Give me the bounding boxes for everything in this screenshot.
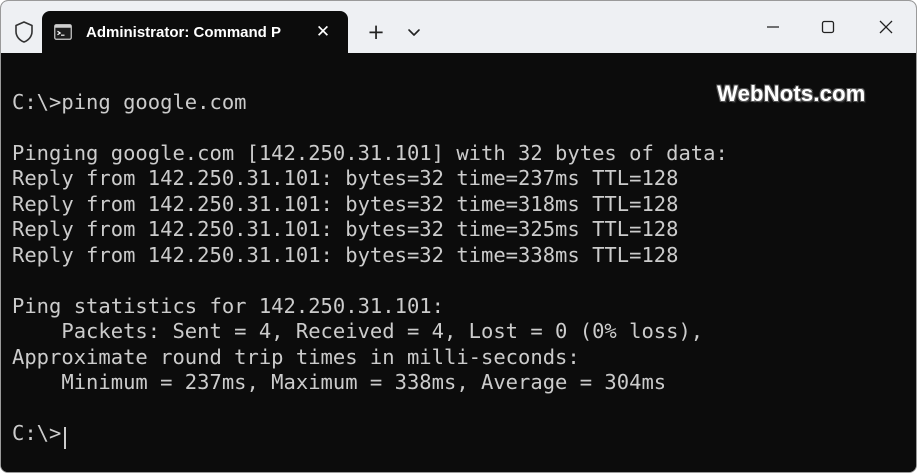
terminal-line: Pinging google.com [142.250.31.101] with…	[12, 141, 728, 165]
shield-icon	[13, 20, 35, 44]
watermark: WebNots.com	[717, 81, 866, 106]
title-bar[interactable]: Administrator: Command P ✕ +	[1, 1, 916, 54]
terminal-line: Reply from 142.250.31.101: bytes=32 time…	[12, 192, 679, 216]
text-cursor	[64, 427, 66, 449]
terminal-app-icon	[54, 24, 72, 40]
terminal-prompt: C:\>	[12, 421, 62, 445]
new-tab-button[interactable]: +	[363, 19, 389, 45]
close-window-button[interactable]	[871, 13, 901, 41]
terminal-line: Ping statistics for 142.250.31.101:	[12, 294, 444, 318]
maximize-button[interactable]	[813, 13, 843, 41]
tab-close-button[interactable]: ✕	[310, 19, 336, 45]
terminal-window: Administrator: Command P ✕ + C:\>ping go…	[0, 0, 917, 473]
terminal-line: Minimum = 237ms, Maximum = 338ms, Averag…	[12, 370, 667, 394]
minimize-button[interactable]	[758, 13, 788, 41]
terminal-line: Reply from 142.250.31.101: bytes=32 time…	[12, 217, 679, 241]
tab-command-prompt[interactable]: Administrator: Command P ✕	[42, 11, 348, 54]
terminal-line: Packets: Sent = 4, Received = 4, Lost = …	[12, 319, 704, 343]
terminal-output[interactable]: C:\>ping google.com Pinging google.com […	[1, 53, 916, 472]
terminal-line: Approximate round trip times in milli-se…	[12, 345, 580, 369]
terminal-line: Reply from 142.250.31.101: bytes=32 time…	[12, 243, 679, 267]
terminal-line: Reply from 142.250.31.101: bytes=32 time…	[12, 166, 679, 190]
terminal-line: C:\>ping google.com	[12, 90, 247, 114]
tab-title: Administrator: Command P	[86, 24, 282, 41]
chevron-down-icon[interactable]	[401, 19, 427, 45]
